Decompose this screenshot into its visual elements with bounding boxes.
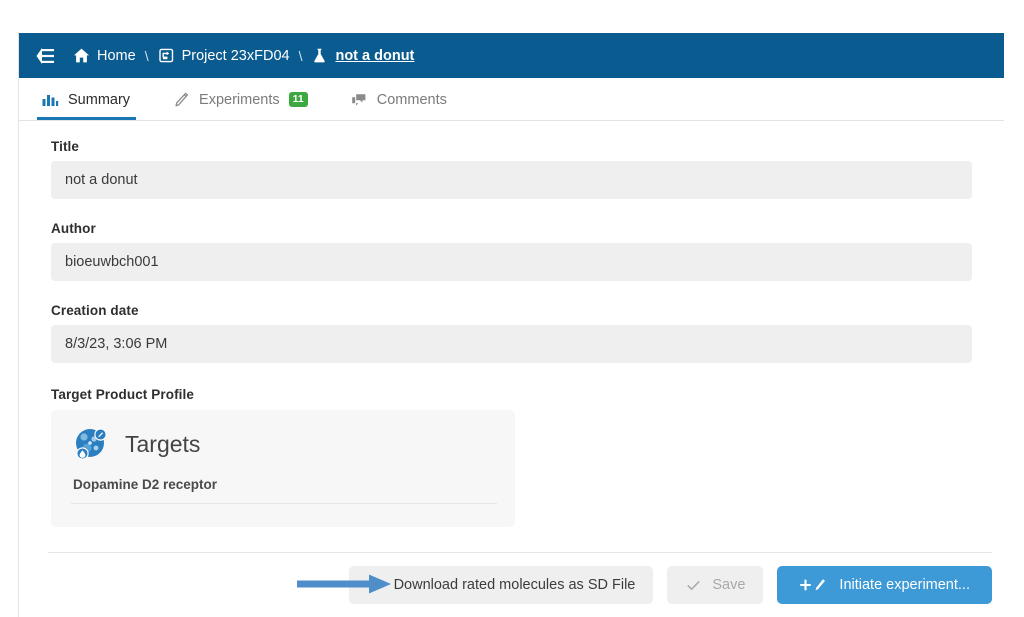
cloud-download-icon — [367, 577, 384, 594]
breadcrumb-separator-1: \ — [144, 47, 149, 64]
tab-comments-label: Comments — [376, 91, 447, 108]
initiate-experiment-button[interactable]: Initiate experiment... — [777, 566, 992, 604]
plus-pen-icon — [799, 577, 829, 594]
pen-icon — [172, 91, 190, 109]
check-icon — [685, 577, 702, 594]
download-rated-molecules-label: Download rated molecules as SD File — [393, 577, 636, 593]
tab-experiments-label: Experiments — [199, 91, 280, 108]
tab-summary-label: Summary — [68, 91, 131, 108]
save-button-label: Save — [712, 577, 746, 593]
download-rated-molecules-button[interactable]: Download rated molecules as SD File — [348, 566, 654, 604]
creation-date-label: Creation date — [51, 303, 139, 318]
author-label: Author — [51, 221, 96, 236]
summary-form: Title not a donut Author bioeuwbch001 Cr… — [19, 121, 1004, 551]
target-product-profile-label: Target Product Profile — [51, 387, 194, 402]
tab-summary[interactable]: Summary — [37, 79, 146, 120]
flask-icon — [311, 47, 328, 64]
target-product-profile-card[interactable]: Targets Dopamine D2 receptor — [51, 410, 515, 527]
breadcrumb-home-link[interactable]: Home — [97, 48, 136, 64]
target-product-profile-header: Targets — [71, 424, 497, 464]
breadcrumb-current-item[interactable]: not a donut — [335, 48, 414, 64]
title-label: Title — [51, 139, 80, 154]
app-page: Home \ Project 23xFD04 \ not a donut Sum… — [0, 0, 1024, 617]
collapse-sidebar-icon[interactable] — [35, 45, 57, 67]
target-product-profile-title: Targets — [125, 430, 201, 457]
author-field[interactable]: bioeuwbch001 — [51, 243, 972, 281]
target-card-divider — [71, 503, 497, 504]
tab-comments[interactable]: Comments — [346, 79, 463, 120]
bar-chart-icon — [41, 91, 59, 109]
initiate-experiment-label: Initiate experiment... — [839, 577, 970, 593]
experiments-count-badge: 11 — [288, 92, 308, 107]
top-navigation-bar: Home \ Project 23xFD04 \ not a donut — [19, 33, 1004, 78]
save-button[interactable]: Save — [667, 566, 764, 604]
target-item: Dopamine D2 receptor — [73, 477, 218, 492]
breadcrumb-project-link[interactable]: Project 23xFD04 — [182, 48, 290, 64]
creation-date-field[interactable]: 8/3/23, 3:06 PM — [51, 325, 972, 363]
target-protein-icon — [71, 424, 111, 464]
breadcrumb: Home \ Project 23xFD04 \ not a donut — [73, 47, 414, 64]
footer-action-bar: Download rated molecules as SD File Save… — [19, 553, 1004, 617]
breadcrumb-separator-2: \ — [298, 47, 303, 64]
comments-icon — [350, 91, 368, 109]
home-icon — [73, 47, 90, 64]
project-icon — [158, 47, 175, 64]
tab-bar: Summary Experiments 11 Comments — [19, 78, 1004, 121]
tab-experiments[interactable]: Experiments 11 — [168, 79, 324, 120]
title-field[interactable]: not a donut — [51, 161, 972, 199]
